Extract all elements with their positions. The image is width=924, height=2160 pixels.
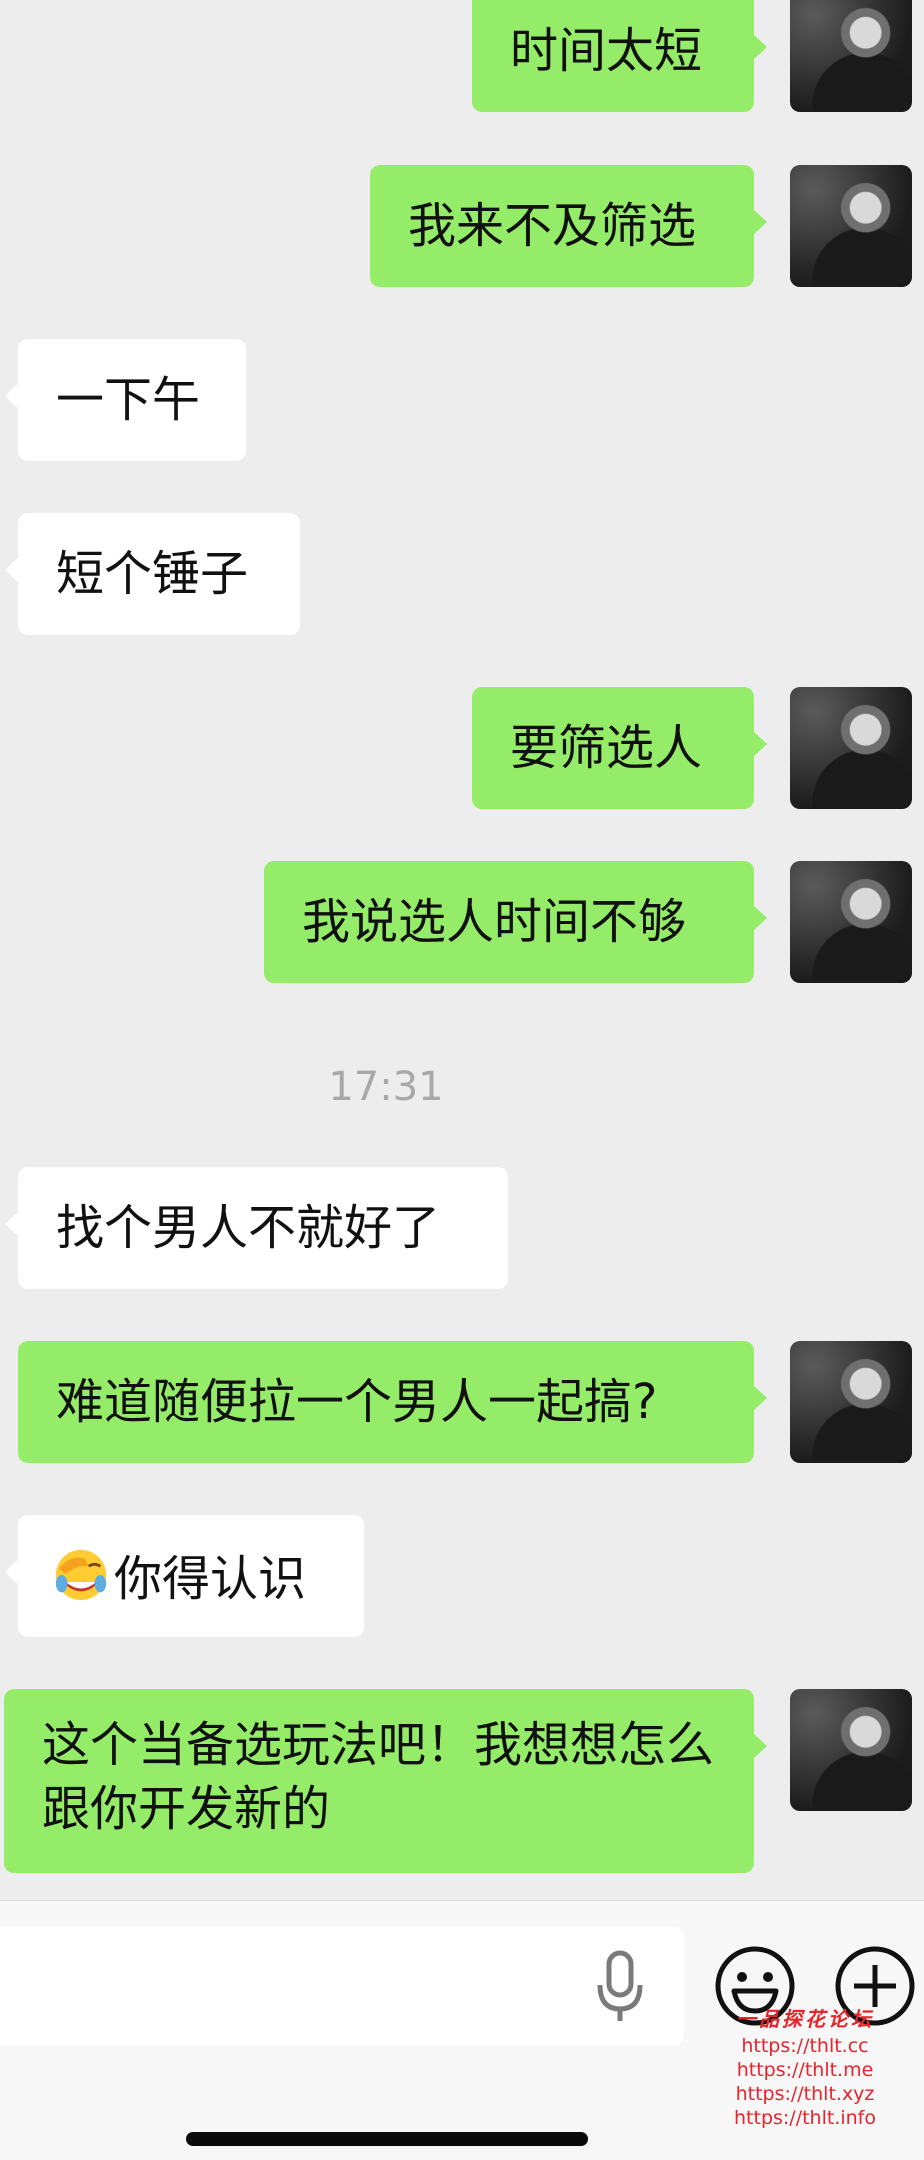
message-text: 你得认识 <box>114 1551 307 1607</box>
message-bubble-received[interactable]: 短个锤子 <box>5 513 300 635</box>
message-text: 难道随便拉一个男人一起搞? <box>56 1374 658 1430</box>
my-avatar[interactable] <box>790 687 912 809</box>
message-bubble-sent[interactable]: 时间太短 <box>472 0 767 112</box>
my-avatar[interactable] <box>790 1341 912 1463</box>
message-bubble-received[interactable]: 找个男人不就好了 <box>5 1167 508 1289</box>
my-avatar[interactable] <box>790 0 912 112</box>
message-text: 找个男人不就好了 <box>56 1200 441 1256</box>
message-text: 这个当备选玩法吧！我想想怎么跟你开发新的 <box>42 1717 715 1837</box>
face-palm-tears-emoji <box>55 1549 107 1601</box>
message-text: 要筛选人 <box>510 720 703 776</box>
watermark-url: https://thlt.me <box>736 2059 874 2081</box>
message-bubble-sent[interactable]: 这个当备选玩法吧！我想想怎么跟你开发新的 <box>4 1689 767 1873</box>
message-text: 时间太短 <box>510 23 703 79</box>
message-text: 一下午 <box>56 372 201 428</box>
message-bubble-received[interactable]: 你得认识 <box>5 1515 364 1637</box>
watermark-url: https://thlt.cc <box>741 2035 869 2057</box>
watermark: 一品探花论坛 https://thlt.cc https://thlt.me h… <box>700 2004 910 2130</box>
message-timestamp: 17:31 <box>328 1064 444 1110</box>
watermark-title: 一品探花论坛 <box>736 2007 874 2031</box>
message-text: 我说选人时间不够 <box>302 894 687 950</box>
message-bubble-sent[interactable]: 我说选人时间不够 <box>264 861 767 983</box>
my-avatar[interactable] <box>790 861 912 983</box>
chat-message-list[interactable]: 时间太短 我来不及筛选 一下午 短个锤子 要筛选人 我说选人时间不够 17:31… <box>0 0 924 1900</box>
message-bubble-received[interactable]: 一下午 <box>5 339 246 461</box>
message-bubble-sent[interactable]: 要筛选人 <box>472 687 767 809</box>
home-indicator[interactable] <box>186 2132 588 2146</box>
my-avatar[interactable] <box>790 1689 912 1811</box>
message-text: 我来不及筛选 <box>408 198 697 254</box>
watermark-url: https://thlt.xyz <box>735 2083 875 2105</box>
message-input[interactable] <box>0 1927 684 2045</box>
message-text: 短个锤子 <box>56 546 249 602</box>
microphone-icon[interactable] <box>592 1949 648 2025</box>
watermark-url: https://thlt.info <box>734 2107 876 2129</box>
my-avatar[interactable] <box>790 165 912 287</box>
message-bubble-sent[interactable]: 我来不及筛选 <box>370 165 767 287</box>
message-bubble-sent[interactable]: 难道随便拉一个男人一起搞? <box>18 1341 767 1463</box>
